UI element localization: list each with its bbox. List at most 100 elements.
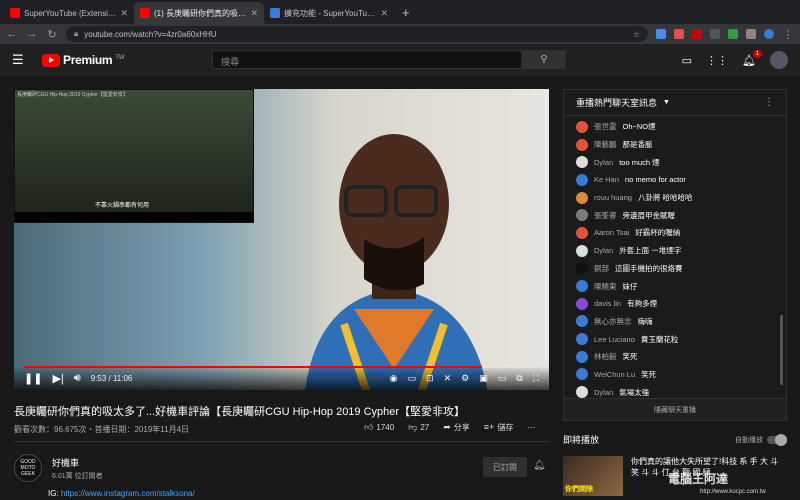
- create-video-icon[interactable]: ▭: [682, 54, 692, 67]
- browser-tab-2[interactable]: (1) 長庚矚研你們真的吸太多 ✕: [134, 2, 264, 24]
- chat-author[interactable]: WeiChun Lu: [594, 370, 635, 379]
- chat-author[interactable]: Dylan: [594, 246, 613, 255]
- camera-icon[interactable]: ◉: [390, 373, 398, 384]
- theater-mode-icon[interactable]: ▭: [498, 373, 507, 384]
- menu-icon[interactable]: ⋮: [782, 28, 794, 41]
- chat-message: 陳曉東 妹仔: [576, 277, 774, 295]
- save-button[interactable]: ≡+ 儲存: [484, 422, 514, 433]
- up-next-thumbnail[interactable]: 你們開除: [563, 456, 623, 496]
- browser-tab-3[interactable]: 擴充功能 - SuperYouTube (Exte ✕: [264, 2, 394, 24]
- chat-author[interactable]: Dylan: [594, 388, 613, 397]
- chat-message: WeiChun Lu 笑死: [576, 366, 774, 384]
- search-input[interactable]: 搜尋: [212, 50, 522, 69]
- search-button[interactable]: ⚲: [522, 50, 566, 69]
- chevron-down-icon[interactable]: ▼: [663, 99, 670, 106]
- chat-author[interactable]: 林柏毅: [594, 351, 617, 362]
- dislike-button[interactable]: 👎︎ 27: [408, 422, 429, 433]
- close-icon[interactable]: ✕: [250, 8, 258, 19]
- chat-author[interactable]: 陳曉東: [594, 281, 617, 292]
- subtitles-icon[interactable]: ▭: [408, 373, 417, 384]
- extension-icon[interactable]: [674, 29, 684, 39]
- extension-icon[interactable]: [656, 29, 666, 39]
- thumbs-up-icon: 👍︎: [364, 422, 374, 432]
- profile-icon[interactable]: [764, 29, 774, 39]
- pip-controls[interactable]: [15, 212, 253, 222]
- url-field[interactable]: 🔒︎ youtube.com/watch?v=4zr0a60xHHU ☆: [66, 26, 648, 42]
- youtube-premium-logo[interactable]: Premium TW: [42, 53, 125, 67]
- avatar[interactable]: [576, 297, 588, 310]
- volume-icon[interactable]: 🔊︎: [74, 372, 81, 385]
- reload-icon[interactable]: ↻: [46, 28, 58, 41]
- picture-in-picture-window[interactable]: 長庚矚研CGU Hip-Hop 2019 Cypher【堅愛非攻】 不靠火鍋串都…: [14, 89, 254, 223]
- chat-message: rouu huang 八卦將 哈哈哈哈: [576, 189, 774, 207]
- avatar[interactable]: [576, 209, 588, 222]
- apps-grid-icon[interactable]: ⋮⋮: [706, 54, 728, 67]
- channel-avatar[interactable]: GOOD MOTO GEEK: [14, 454, 42, 482]
- avatar[interactable]: [576, 262, 588, 275]
- chat-author[interactable]: 無心亦無念: [594, 316, 632, 327]
- chat-header[interactable]: 重播熱門聊天室訊息 ▼ ⋮: [564, 90, 786, 116]
- chat-scrollbar[interactable]: [780, 315, 783, 385]
- extension-icon[interactable]: [728, 29, 738, 39]
- chat-author[interactable]: rouu huang: [594, 193, 632, 202]
- miniplayer-icon[interactable]: ▣: [479, 373, 488, 384]
- close-icon[interactable]: ✕: [120, 8, 128, 19]
- pip-title: 長庚矚研CGU Hip-Hop 2019 Cypher【堅愛非攻】: [17, 92, 128, 98]
- cast-icon[interactable]: ⧉: [516, 373, 522, 384]
- video-player[interactable]: 長庚矚研CGU Hip-Hop 2019 Cypher【堅愛非攻】 不靠火鍋串都…: [14, 89, 549, 390]
- description-link[interactable]: https://www.instagram.com/stalksona/: [61, 489, 195, 498]
- avatar[interactable]: [576, 173, 588, 186]
- avatar[interactable]: [576, 350, 588, 363]
- back-icon[interactable]: ←: [6, 28, 18, 40]
- more-options-icon[interactable]: ⋮: [764, 97, 774, 108]
- chat-author[interactable]: 張世霆: [594, 121, 617, 132]
- logo-region: TW: [115, 55, 125, 61]
- hamburger-menu-icon[interactable]: ☰: [12, 52, 34, 68]
- chat-author[interactable]: Dylan: [594, 158, 613, 167]
- notifications-bell-icon[interactable]: 🔔︎ 1: [742, 49, 762, 67]
- avatar[interactable]: [576, 226, 588, 239]
- settings-gear-icon[interactable]: ⚙: [461, 373, 469, 384]
- avatar[interactable]: [576, 333, 588, 346]
- subscribe-button[interactable]: 已訂閱: [483, 457, 527, 477]
- avatar[interactable]: [576, 191, 588, 204]
- notification-bell-icon[interactable]: 🔔︎: [533, 460, 546, 471]
- more-actions-icon[interactable]: ⋯: [527, 423, 535, 432]
- extension-icon[interactable]: [746, 29, 756, 39]
- avatar[interactable]: [576, 120, 588, 133]
- share-button[interactable]: ➦ 分享: [443, 422, 470, 433]
- next-icon[interactable]: ▶|: [52, 372, 63, 385]
- channel-name[interactable]: 好機車: [52, 456, 103, 469]
- avatar[interactable]: [770, 51, 788, 69]
- pause-icon[interactable]: ❚❚: [24, 372, 42, 385]
- close-icon[interactable]: ✕: [380, 8, 388, 19]
- autoplay-toggle[interactable]: [767, 433, 787, 446]
- avatar[interactable]: [576, 280, 588, 293]
- star-icon[interactable]: ☆: [633, 30, 640, 39]
- browser-tab-1[interactable]: SuperYouTube (Extension for You ✕: [4, 2, 134, 24]
- shuffle-icon[interactable]: ✕: [444, 373, 452, 384]
- youtube-extension-icon[interactable]: [692, 29, 702, 39]
- extension-icon[interactable]: [710, 29, 720, 39]
- avatar[interactable]: [576, 386, 588, 399]
- chat-author[interactable]: Ke Han: [594, 175, 619, 184]
- chat-author[interactable]: Aaron Tsai: [594, 228, 629, 237]
- chat-author[interactable]: davis lin: [594, 299, 621, 308]
- youtube-header: ☰ Premium TW 搜尋 ⚲ ▭ ⋮⋮ 🔔︎ 1: [0, 44, 800, 76]
- avatar[interactable]: [576, 138, 588, 151]
- avatar[interactable]: [576, 156, 588, 169]
- avatar[interactable]: [576, 315, 588, 328]
- fullscreen-icon[interactable]: ⛶: [533, 373, 539, 384]
- screenshot-icon[interactable]: ⊡: [426, 373, 434, 384]
- chat-author[interactable]: 陳藝鵬: [594, 139, 617, 150]
- chat-message: Aaron Tsai 好霸杯的喔納: [576, 224, 774, 242]
- chat-author[interactable]: Lee Luciano: [594, 335, 635, 344]
- hide-chat-replay-button[interactable]: 隱藏聊天重播: [564, 398, 786, 420]
- avatar[interactable]: [576, 244, 588, 257]
- forward-icon[interactable]: →: [26, 28, 38, 40]
- chat-author[interactable]: 銅部: [594, 263, 609, 274]
- avatar[interactable]: [576, 368, 588, 381]
- chat-author[interactable]: 張峯睿: [594, 210, 617, 221]
- new-tab-button[interactable]: +: [394, 5, 418, 24]
- like-button[interactable]: 👍︎ 1740: [364, 422, 394, 433]
